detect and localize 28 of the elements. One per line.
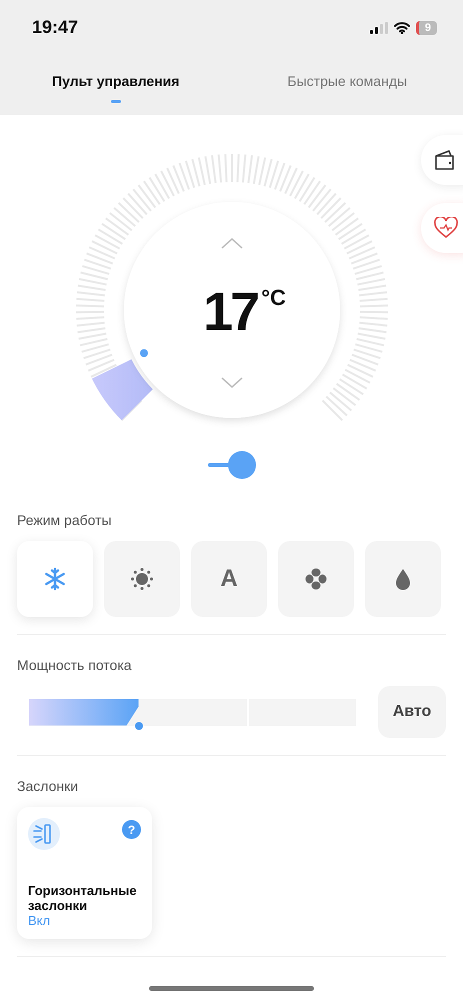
- power-toggle[interactable]: [206, 450, 258, 480]
- snowflake-icon: [43, 567, 67, 591]
- auto-mode-button[interactable]: A: [191, 541, 267, 617]
- wallet-icon: [433, 149, 457, 171]
- louver-card[interactable]: ? Горизонтальные заслонки Вкл: [17, 807, 152, 939]
- section-title: Режим работы: [17, 512, 113, 528]
- fan-mode-button[interactable]: [278, 541, 354, 617]
- status-time: 19:47: [32, 17, 78, 38]
- drop-icon: [393, 567, 413, 591]
- wifi-icon: [394, 22, 410, 34]
- heat-mode-button[interactable]: [104, 541, 180, 617]
- temperature-value: 17: [203, 285, 258, 339]
- section-title: Заслонки: [17, 778, 80, 794]
- battery-icon: 9: [416, 20, 437, 34]
- temperature-unit: °C: [261, 285, 286, 311]
- signal-icon: [370, 22, 388, 34]
- fan-icon: [304, 567, 328, 591]
- card-status: Вкл: [28, 913, 52, 929]
- card-title: Горизонтальные заслонки: [28, 883, 138, 913]
- cool-mode-button[interactable]: [17, 541, 93, 617]
- tab[interactable]: Пульт управления: [0, 55, 232, 115]
- louver-icon: [28, 818, 60, 850]
- heart-pulse-icon: [433, 217, 459, 239]
- dry-mode-button[interactable]: [365, 541, 441, 617]
- section-title: Мощность потока: [17, 657, 133, 673]
- sun-icon: [130, 567, 154, 591]
- auto-button[interactable]: Авто: [378, 686, 446, 738]
- tab[interactable]: Быстрые команды: [232, 55, 463, 115]
